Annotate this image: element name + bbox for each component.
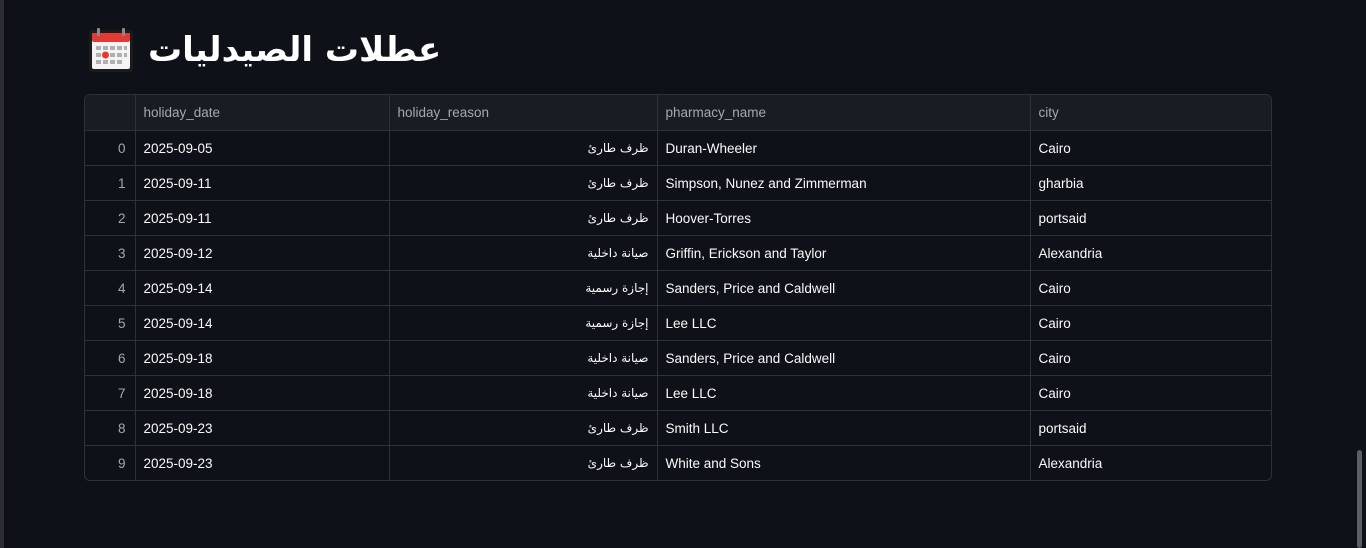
row-index[interactable]: 1 xyxy=(85,165,136,201)
table-header: holiday_date holiday_reason pharmacy_nam… xyxy=(85,95,1271,131)
table-body: 0 2025-09-05 ظرف طارئ Duran-Wheeler Cair… xyxy=(85,130,1271,481)
column-header-pharmacy-name[interactable]: pharmacy_name xyxy=(657,95,1031,131)
row-index[interactable]: 5 xyxy=(85,305,136,341)
cell-city[interactable]: portsaid xyxy=(1030,200,1271,236)
cell-pharmacy-name[interactable]: Duran-Wheeler xyxy=(657,130,1031,166)
row-index[interactable]: 8 xyxy=(85,410,136,446)
cell-pharmacy-name[interactable]: Smith LLC xyxy=(657,410,1031,446)
column-header-index[interactable] xyxy=(85,95,136,131)
table-row: 5 2025-09-14 إجازة رسمية Lee LLC Cairo xyxy=(85,305,1271,341)
cell-holiday-date[interactable]: 2025-09-23 xyxy=(135,445,390,480)
cell-city[interactable]: Cairo xyxy=(1030,340,1271,376)
cell-holiday-reason[interactable]: ظرف طارئ xyxy=(389,445,658,480)
dataframe-table[interactable]: holiday_date holiday_reason pharmacy_nam… xyxy=(84,94,1272,481)
cell-holiday-reason[interactable]: صيانة داخلية xyxy=(389,235,658,271)
table-row: 9 2025-09-23 ظرف طارئ White and Sons Ale… xyxy=(85,445,1271,481)
cell-holiday-date[interactable]: 2025-09-18 xyxy=(135,340,390,376)
cell-pharmacy-name[interactable]: White and Sons xyxy=(657,445,1031,480)
cell-holiday-reason[interactable]: صيانة داخلية xyxy=(389,375,658,411)
row-index[interactable]: 4 xyxy=(85,270,136,306)
cell-pharmacy-name[interactable]: Sanders, Price and Caldwell xyxy=(657,340,1031,376)
row-index[interactable]: 9 xyxy=(85,445,136,480)
cell-city[interactable]: portsaid xyxy=(1030,410,1271,446)
cell-holiday-reason[interactable]: إجازة رسمية xyxy=(389,305,658,341)
cell-pharmacy-name[interactable]: Simpson, Nunez and Zimmerman xyxy=(657,165,1031,201)
cell-city[interactable]: Cairo xyxy=(1030,375,1271,411)
column-header-holiday-date[interactable]: holiday_date xyxy=(135,95,390,131)
cell-holiday-date[interactable]: 2025-09-14 xyxy=(135,305,390,341)
column-header-city[interactable]: city xyxy=(1030,95,1271,131)
row-index[interactable]: 3 xyxy=(85,235,136,271)
table-row: 2 2025-09-11 ظرف طارئ Hoover-Torres port… xyxy=(85,200,1271,236)
table-row: 3 2025-09-12 صيانة داخلية Griffin, Erick… xyxy=(85,235,1271,271)
cell-holiday-date[interactable]: 2025-09-11 xyxy=(135,165,390,201)
table-row: 8 2025-09-23 ظرف طارئ Smith LLC portsaid xyxy=(85,410,1271,446)
cell-pharmacy-name[interactable]: Lee LLC xyxy=(657,305,1031,341)
cell-pharmacy-name[interactable]: Griffin, Erickson and Taylor xyxy=(657,235,1031,271)
cell-holiday-reason[interactable]: صيانة داخلية xyxy=(389,340,658,376)
table-row: 0 2025-09-05 ظرف طارئ Duran-Wheeler Cair… xyxy=(85,130,1271,166)
cell-city[interactable]: Alexandria xyxy=(1030,446,1271,481)
cell-city[interactable]: Alexandria xyxy=(1030,235,1271,271)
table-row: 1 2025-09-11 ظرف طارئ Simpson, Nunez and… xyxy=(85,165,1271,201)
cell-city[interactable]: gharbia xyxy=(1030,165,1271,201)
table-row: 6 2025-09-18 صيانة داخلية Sanders, Price… xyxy=(85,340,1271,376)
cell-holiday-reason[interactable]: ظرف طارئ xyxy=(389,200,658,236)
cell-holiday-reason[interactable]: ظرف طارئ xyxy=(389,130,658,166)
cell-holiday-reason[interactable]: ظرف طارئ xyxy=(389,165,658,201)
cell-holiday-date[interactable]: 2025-09-05 xyxy=(135,130,390,166)
row-index[interactable]: 0 xyxy=(85,130,136,166)
table-row: 7 2025-09-18 صيانة داخلية Lee LLC Cairo xyxy=(85,375,1271,411)
window-left-edge xyxy=(0,0,4,548)
cell-pharmacy-name[interactable]: Hoover-Torres xyxy=(657,200,1031,236)
table-row: 4 2025-09-14 إجازة رسمية Sanders, Price … xyxy=(85,270,1271,306)
cell-holiday-date[interactable]: 2025-09-12 xyxy=(135,235,390,271)
cell-holiday-date[interactable]: 2025-09-14 xyxy=(135,270,390,306)
cell-pharmacy-name[interactable]: Sanders, Price and Caldwell xyxy=(657,270,1031,306)
scrollbar-thumb[interactable] xyxy=(1357,450,1362,548)
cell-holiday-date[interactable]: 2025-09-23 xyxy=(135,410,390,446)
cell-pharmacy-name[interactable]: Lee LLC xyxy=(657,375,1031,411)
page-header: عطلات الصيدليات xyxy=(88,24,441,76)
row-index[interactable]: 7 xyxy=(85,375,136,411)
cell-city[interactable]: Cairo xyxy=(1030,270,1271,306)
cell-holiday-reason[interactable]: ظرف طارئ xyxy=(389,410,658,446)
cell-holiday-date[interactable]: 2025-09-18 xyxy=(135,375,390,411)
page-scrollbar[interactable] xyxy=(1352,0,1366,548)
column-header-holiday-reason[interactable]: holiday_reason xyxy=(389,95,658,131)
calendar-icon xyxy=(88,27,134,73)
row-index[interactable]: 2 xyxy=(85,200,136,236)
row-index[interactable]: 6 xyxy=(85,340,136,376)
cell-holiday-reason[interactable]: إجازة رسمية xyxy=(389,270,658,306)
cell-city[interactable]: Cairo xyxy=(1030,130,1271,166)
cell-city[interactable]: Cairo xyxy=(1030,305,1271,341)
cell-holiday-date[interactable]: 2025-09-11 xyxy=(135,200,390,236)
page-title: عطلات الصيدليات xyxy=(148,30,442,70)
holidays-table: holiday_date holiday_reason pharmacy_nam… xyxy=(85,95,1271,480)
